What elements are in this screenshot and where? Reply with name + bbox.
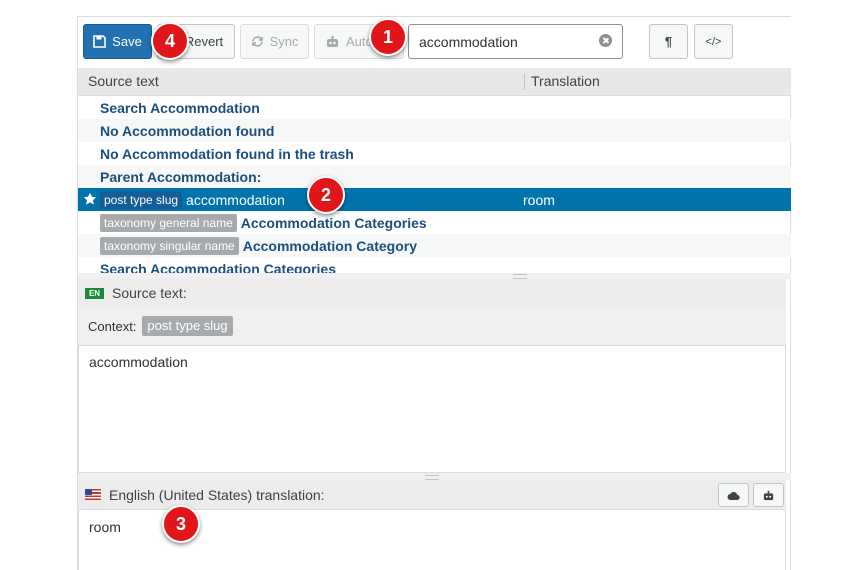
translation-panel-title: English (United States) translation: bbox=[109, 486, 325, 503]
table-row[interactable]: No Accommodation found bbox=[78, 119, 791, 142]
table-row[interactable]: taxonomy general name Accommodation Categ… bbox=[78, 211, 791, 234]
column-header-source[interactable]: Source text bbox=[88, 73, 159, 89]
callout-3: 3 bbox=[162, 505, 200, 543]
translation-cell: room bbox=[523, 191, 555, 208]
context-tag: taxonomy singular name bbox=[100, 236, 239, 255]
source-text: Search Accommodation Categories bbox=[100, 260, 336, 274]
callout-1: 1 bbox=[369, 18, 407, 56]
source-text: No Accommodation found in the trash bbox=[100, 145, 354, 162]
source-text: Parent Accommodation: bbox=[100, 168, 262, 185]
clear-icon[interactable] bbox=[599, 34, 612, 47]
save-label: Save bbox=[112, 34, 142, 49]
sync-label: Sync bbox=[269, 34, 299, 49]
cloud-icon bbox=[727, 491, 740, 500]
source-cell: taxonomy general name Accommodation Categ… bbox=[100, 211, 427, 234]
context-tag: taxonomy general name bbox=[100, 213, 237, 232]
source-panel-title: Source text: bbox=[112, 285, 187, 301]
column-divider[interactable] bbox=[524, 74, 525, 90]
cloud-suggest-button[interactable] bbox=[718, 483, 749, 507]
save-button[interactable]: Save bbox=[83, 24, 152, 59]
code-icon: </> bbox=[705, 35, 722, 48]
context-label: Context: bbox=[88, 318, 137, 334]
machine-translate-button[interactable] bbox=[753, 483, 784, 507]
source-cell: post type slug accommodation bbox=[100, 188, 285, 211]
source-text: Accommodation Category bbox=[242, 237, 417, 254]
source-text: Accommodation Categories bbox=[240, 214, 427, 231]
code-view-button[interactable]: </> bbox=[694, 24, 733, 59]
invisibles-toggle-button[interactable]: ¶ bbox=[649, 24, 688, 59]
save-icon bbox=[93, 35, 106, 48]
column-header-translation[interactable]: Translation bbox=[531, 73, 600, 89]
string-list: Search Accommodation No Accommodation fo… bbox=[78, 96, 791, 273]
source-cell: Search Accommodation Categories bbox=[100, 257, 336, 274]
source-cell: No Accommodation found bbox=[100, 119, 274, 142]
source-text: accommodation bbox=[186, 191, 285, 208]
robot-icon bbox=[763, 490, 774, 500]
context-tag: post type slug bbox=[100, 190, 183, 209]
search-input[interactable]: accommodation bbox=[408, 24, 623, 59]
table-header: Source text Translation bbox=[78, 68, 791, 96]
sync-icon bbox=[251, 36, 263, 47]
pilcrow-icon: ¶ bbox=[664, 34, 673, 49]
context-bar: Context: post type slug bbox=[78, 307, 786, 345]
robot-icon bbox=[327, 36, 338, 47]
star-icon[interactable] bbox=[83, 192, 97, 206]
source-text: Search Accommodation bbox=[100, 99, 260, 116]
table-row[interactable]: Search Accommodation bbox=[78, 96, 791, 119]
editor-frame: Save Revert Sync Auto accommodation ¶ </… bbox=[77, 16, 791, 570]
source-text: No Accommodation found bbox=[100, 122, 275, 139]
source-cell: Search Accommodation bbox=[100, 96, 260, 119]
table-row[interactable]: Search Accommodation Categories bbox=[78, 257, 791, 274]
source-panel-header: EN Source text: bbox=[78, 279, 786, 307]
translation-value: room bbox=[89, 519, 121, 535]
search-value: accommodation bbox=[419, 33, 518, 50]
source-cell: taxonomy singular name Accommodation Cate… bbox=[100, 234, 417, 257]
callout-4: 4 bbox=[151, 22, 189, 60]
source-cell: Parent Accommodation: bbox=[100, 165, 261, 188]
table-row[interactable]: Parent Accommodation: bbox=[78, 165, 791, 188]
context-tag: post type slug bbox=[142, 316, 233, 336]
table-row[interactable]: taxonomy singular name Accommodation Cate… bbox=[78, 234, 791, 257]
editor-resize-handle[interactable] bbox=[78, 473, 791, 480]
us-flag-icon bbox=[85, 489, 101, 500]
callout-2: 2 bbox=[307, 176, 345, 214]
table-row-selected[interactable]: post type slug accommodation room bbox=[78, 188, 791, 211]
source-text-value: accommodation bbox=[89, 354, 188, 370]
source-cell: No Accommodation found in the trash bbox=[100, 142, 354, 165]
source-text-box: accommodation bbox=[78, 345, 786, 473]
sync-button[interactable]: Sync bbox=[240, 24, 309, 59]
english-flag-icon: EN bbox=[85, 287, 104, 299]
table-row[interactable]: No Accommodation found in the trash bbox=[78, 142, 791, 165]
revert-label: Revert bbox=[184, 34, 224, 49]
